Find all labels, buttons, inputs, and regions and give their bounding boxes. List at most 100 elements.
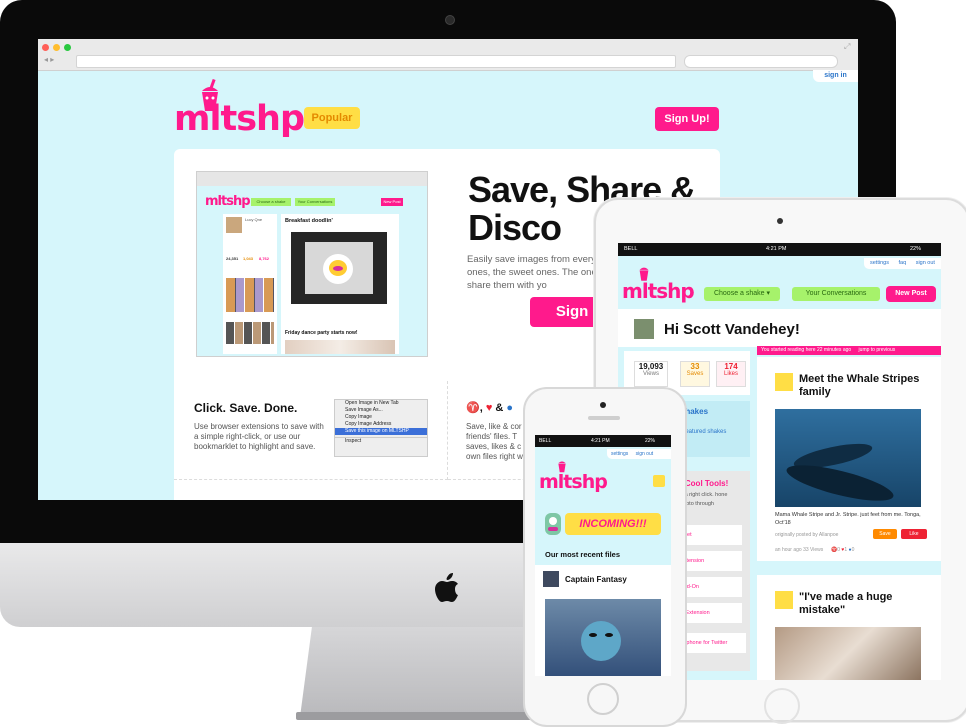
heart-icon: ♥: [485, 402, 493, 414]
iphone-speaker: [588, 416, 620, 420]
ipad-stat-views: 19,093 Views: [634, 361, 668, 387]
fullscreen-icon[interactable]: ⤢: [844, 42, 850, 52]
context-menu-item-mltshp: Save this image on MLTSHP: [335, 428, 427, 435]
context-menu-item: Open Image in New Tab: [345, 400, 399, 406]
ipad-battery: 22%: [910, 246, 922, 252]
save-icon: ♈: [466, 402, 480, 414]
ipad-post-2-title: "I've made a huge mistake": [799, 591, 893, 616]
monster-icon: [543, 509, 563, 537]
browser-search-field[interactable]: [684, 55, 838, 68]
ipad-save-button[interactable]: Save: [873, 529, 897, 539]
ipad-reading-text: You started reading here 22 minutes ago: [761, 347, 852, 353]
maximize-dot-icon[interactable]: [64, 44, 71, 51]
mini-post-title: Breakfast doodlin': [285, 218, 333, 224]
ipad-post-2-avatar[interactable]: [775, 591, 793, 609]
ipad-likes-label: Likes: [723, 371, 738, 377]
mini-post: Breakfast doodlin' Friday dance party st…: [281, 214, 399, 354]
iphone-home-button[interactable]: [587, 683, 619, 715]
comment-icon: ●: [506, 402, 514, 414]
minimize-dot-icon[interactable]: [53, 44, 60, 51]
ipad-like-count: 1: [844, 547, 848, 553]
ipad-views-label: Views: [643, 371, 659, 377]
context-menu-item: Copy Image: [345, 414, 372, 420]
ipad-post-1-image[interactable]: [775, 409, 921, 508]
ipad-avatar[interactable]: [634, 319, 654, 339]
iphone-screen: BELL 4:21 PM 22% settings sign out mltsh…: [535, 435, 671, 676]
ipad-carrier: BELL: [624, 246, 638, 252]
iphone-battery: 22%: [645, 438, 656, 444]
logo-wordmark: mltshp: [174, 99, 305, 139]
hero-screenshot: mltshp Choose a shake Your Conversations…: [196, 171, 428, 357]
ipad-likes-value: 174: [724, 362, 738, 371]
ipad-post-2-image[interactable]: [775, 627, 921, 680]
ipad-tool-link[interactable]: Extension: [680, 551, 742, 571]
context-menu-item: Copy Image Address: [345, 421, 392, 427]
ipad-comment-count: 0: [851, 547, 855, 553]
popular-button[interactable]: Popular: [304, 107, 360, 129]
ipad-home-button[interactable]: [764, 688, 800, 724]
mini-thumb-grid-2: [226, 322, 274, 344]
mini-browser-bar: [197, 172, 427, 186]
feature-card-1: Click. Save. Done. Use browser extension…: [174, 381, 448, 480]
ipad-camera: [777, 218, 783, 224]
ipad-post-1-caption: Mama Whale Stripe and Jr. Stripe. just f…: [775, 512, 921, 526]
close-dot-icon[interactable]: [42, 44, 49, 51]
mltshp-logo[interactable]: mltshp: [174, 79, 305, 139]
iphone-statusbar: BELL 4:21 PM 22%: [535, 435, 671, 447]
ipad-reading-banner: You started reading here 22 minutes ago …: [757, 346, 941, 355]
ipad-jump-link[interactable]: jump to previous: [859, 347, 896, 353]
iphone-logo[interactable]: mltshp: [539, 455, 619, 495]
ipad-statusbar: BELL 4:21 PM 22%: [618, 243, 941, 256]
iphone-post-image[interactable]: [545, 599, 661, 676]
mini-stat-3: 8,762: [259, 256, 270, 261]
mini-avatar: [226, 217, 242, 233]
ipad-post-1-meta: originally posted by Allanpoe: [775, 532, 839, 538]
ipad-signout-link[interactable]: sign out: [916, 260, 935, 266]
context-menu-item: Inspect: [335, 437, 427, 445]
ipad-like-button[interactable]: Like: [901, 529, 927, 539]
iphone-post: Captain Fantasy: [535, 565, 671, 676]
ipad-greeting-bar: Hi Scott Vandehey!: [618, 309, 941, 347]
ipad-newpost-button[interactable]: New Post: [886, 286, 936, 302]
ipad-faq-link[interactable]: faq: [899, 260, 907, 266]
mini-post-image: [291, 232, 387, 304]
ipad-post-avatar[interactable]: [775, 373, 793, 391]
iphone-post-title: Captain Fantasy: [565, 575, 627, 584]
ipad-tool-link[interactable]: nklet: [680, 525, 742, 545]
iphone-camera: [600, 402, 606, 408]
iphone-recent-heading: Our most recent files: [545, 550, 621, 559]
iphone-post-avatar[interactable]: [543, 571, 559, 587]
ipad-greeting: Hi Scott Vandehey!: [664, 321, 800, 338]
iphone-logo-wordmark: mltshp: [539, 471, 608, 493]
feature-1-title: Click. Save. Done.: [194, 401, 298, 415]
mini-thumb-grid: [226, 278, 274, 312]
mini-logo: mltshp: [205, 194, 251, 209]
ipad-settings-link[interactable]: settings: [870, 260, 889, 266]
incoming-banner: INCOMING!!!: [565, 513, 661, 535]
ipad-time: 4:21 PM: [766, 246, 787, 252]
iphone-signout-link[interactable]: sign out: [636, 451, 654, 457]
signin-link[interactable]: sign in: [813, 70, 858, 82]
ipad-views-value: 19,093: [638, 362, 664, 371]
feature-2-icons: ♈, ♥ & ●: [466, 402, 514, 414]
ipad-post-1-time: an hour ago 33 Views: [775, 547, 823, 553]
context-menu: Open Image in New Tab Save Image As... C…: [334, 399, 428, 457]
mini-username: Lucy Qne: [245, 217, 263, 222]
mini-post-title-2: Friday dance party starts now!: [285, 330, 358, 336]
menu-icon[interactable]: [653, 475, 665, 487]
ipad-choose-label: Choose a shake: [713, 290, 765, 297]
ipad-conversations-button[interactable]: Your Conversations: [792, 287, 880, 301]
url-bar[interactable]: [76, 55, 676, 68]
ipad-tools-text: h a right click. hone photo through: [680, 492, 728, 507]
mini-newpost: New Post: [381, 198, 403, 206]
ipad-tool-link[interactable]: w Extension: [680, 603, 742, 623]
signup-button[interactable]: Sign Up!: [655, 107, 719, 131]
back-forward-icon[interactable]: ◂ ▸: [44, 55, 54, 64]
ipad-logo[interactable]: mltshp: [622, 263, 702, 303]
ipad-choose-shake[interactable]: Choose a shake ▾: [704, 287, 780, 301]
ipad-post-1: Meet the Whale Stripes family Mama Whale…: [757, 357, 941, 561]
ipad-tool-link[interactable]: ur phone for Twitter: [680, 633, 746, 653]
ipad-post-1-title: Meet the Whale Stripes family: [799, 373, 920, 398]
ipad-logo-wordmark: mltshp: [622, 279, 695, 303]
ipad-tool-link[interactable]: Add-On: [680, 577, 742, 597]
